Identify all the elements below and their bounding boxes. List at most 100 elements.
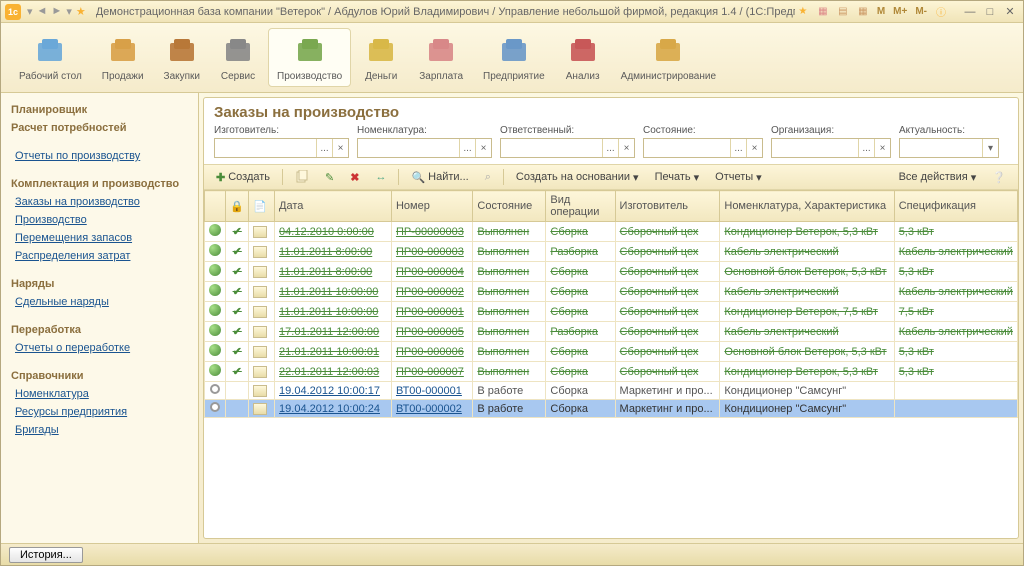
history-button[interactable]: История... [9,547,83,563]
toolbar-company[interactable]: Предприятие [475,29,553,86]
toolbar-purchases[interactable]: Закупки [156,29,208,86]
calendar-icon[interactable]: ▤ [835,4,851,20]
date-link[interactable]: 11.01.2011 8:00:00 [279,266,372,278]
favorite-icon[interactable]: ★ [76,5,86,18]
date-link[interactable]: 19.04.2012 10:00:24 [279,403,380,415]
date-link[interactable]: 22.01.2011 12:00:03 [279,366,379,378]
clear-button[interactable]: × [332,139,348,157]
column-header[interactable]: Состояние [473,191,546,222]
toolbar-admin[interactable]: Администрирование [613,29,724,86]
print-button[interactable]: Печать ▾ [649,169,706,186]
sidebar-item[interactable]: Производство [1,211,198,229]
table-row[interactable]: 19.04.2012 10:00:24ВТ00-000002В работеСб… [205,400,1018,418]
table-row[interactable]: ✔11.01.2011 10:00:00ПР00-000002ВыполненС… [205,282,1018,302]
mem-mplus[interactable]: M+ [891,6,909,17]
column-header[interactable]: Вид операции [546,191,615,222]
sidebar-item[interactable]: Планировщик [1,101,198,119]
toolbar-desktop[interactable]: Рабочий стол [11,29,90,86]
nav-back-icon[interactable]: ◄ [37,5,48,18]
date-link[interactable]: 11.01.2011 10:00:00 [279,286,378,298]
column-header[interactable]: Дата [275,191,392,222]
number-link[interactable]: ПР00-000006 [396,346,464,358]
table-row[interactable]: ✔11.01.2011 10:00:00ПР00-000001ВыполненС… [205,302,1018,322]
date-link[interactable]: 21.01.2011 10:00:01 [279,346,379,358]
table-row[interactable]: ✔11.01.2011 8:00:00ПР00-000004ВыполненСб… [205,262,1018,282]
sidebar-item[interactable]: Расчет потребностей [1,119,198,137]
table-row[interactable]: 19.04.2012 10:00:17ВТ00-000001В работеСб… [205,382,1018,400]
number-link[interactable]: ВТ00-000002 [396,403,462,415]
column-header[interactable] [205,191,226,222]
date-link[interactable]: 04.12.2010 0:00:00 [279,226,374,238]
sidebar-item[interactable]: Распределения затрат [1,247,198,265]
mem-mminus[interactable]: M- [913,6,929,17]
column-header[interactable]: Номер [391,191,472,222]
star-icon[interactable]: ★ [795,4,811,20]
table-row[interactable]: ✔17.01.2011 12:00:00ПР00-000005ВыполненР… [205,322,1018,342]
nav-fwd-icon[interactable]: ► [51,5,62,18]
filter-input-actuality[interactable] [900,139,982,157]
sidebar-item[interactable]: Ресурсы предприятия [1,403,198,421]
sidebar-item[interactable]: Отчеты по производству [1,147,198,165]
sidebar-item[interactable]: Сдельные наряды [1,293,198,311]
column-header[interactable]: 🔒 [226,191,249,222]
calc-icon[interactable]: ▦ [855,4,871,20]
table-row[interactable]: ✔21.01.2011 10:00:01ПР00-000006ВыполненС… [205,342,1018,362]
filter-input-org[interactable] [772,139,858,157]
find-button[interactable]: 🔍Найти... [405,169,474,186]
refresh-button[interactable]: ↔ [369,169,392,185]
table-row[interactable]: ✔04.12.2010 0:00:00ПР-00000003ВыполненСб… [205,222,1018,242]
table-row[interactable]: ✔22.01.2011 12:00:03ПР00-000007ВыполненС… [205,362,1018,382]
lookup-button[interactable]: ... [602,139,618,157]
filter-input-state[interactable] [644,139,730,157]
create-button[interactable]: ✚Создать [210,169,276,186]
close-button[interactable]: ✕ [1001,5,1019,19]
table-row[interactable]: ✔11.01.2011 8:00:00ПР00-000003ВыполненРа… [205,242,1018,262]
clear-button[interactable]: × [618,139,634,157]
data-grid[interactable]: 🔒📄ДатаНомерСостояниеВид операцииИзготови… [204,190,1018,538]
date-link[interactable]: 19.04.2012 10:00:17 [279,385,380,397]
reports-button[interactable]: Отчеты ▾ [709,169,768,186]
toolbar-money[interactable]: Деньги [355,29,407,86]
mem-m[interactable]: M [875,6,887,17]
sidebar-item[interactable]: Бригады [1,421,198,439]
clear-button[interactable]: × [874,139,890,157]
toolbar-salary[interactable]: Зарплата [411,29,471,86]
create-based-button[interactable]: Создать на основании ▾ [510,169,645,186]
column-header[interactable]: 📄 [249,191,275,222]
lookup-button[interactable]: ... [730,139,746,157]
lookup-button[interactable]: ... [316,139,332,157]
edit-button[interactable]: ✎ [319,169,340,186]
filter-input-nomenclature[interactable] [358,139,459,157]
date-link[interactable]: 11.01.2011 8:00:00 [279,246,372,258]
column-header[interactable]: Спецификация [894,191,1017,222]
dropdown-icon[interactable]: ▾ [27,5,33,18]
sidebar-item[interactable]: Заказы на производство [1,193,198,211]
date-link[interactable]: 11.01.2011 10:00:00 [279,306,378,318]
toolbar-sales[interactable]: Продажи [94,29,152,86]
minimize-button[interactable]: — [961,5,979,19]
copy-button[interactable] [289,168,315,186]
lookup-button[interactable]: ... [459,139,475,157]
toolbar-production[interactable]: Производство [268,28,351,87]
sidebar-item[interactable]: Номенклатура [1,385,198,403]
filter-input-manufacturer[interactable] [215,139,316,157]
help-icon[interactable]: ⓘ [933,4,949,20]
number-link[interactable]: ПР00-000007 [396,366,464,378]
toolbar-analysis[interactable]: Анализ [557,29,609,86]
grid-icon[interactable]: ▦ [815,4,831,20]
number-link[interactable]: ПР00-000005 [396,326,464,338]
filter-input-responsible[interactable] [501,139,602,157]
number-link[interactable]: ПР00-000002 [396,286,464,298]
number-link[interactable]: ВТ00-000001 [396,385,462,397]
sidebar-item[interactable]: Перемещения запасов [1,229,198,247]
clear-button[interactable]: × [746,139,762,157]
delete-button[interactable]: ✖ [344,169,365,186]
toolbar-service[interactable]: Сервис [212,29,264,86]
clear-find-button[interactable]: ⌕ [479,169,497,186]
maximize-button[interactable]: □ [981,5,999,19]
column-header[interactable]: Номенклатура, Характеристика [720,191,894,222]
number-link[interactable]: ПР00-000003 [396,246,464,258]
date-link[interactable]: 17.01.2011 12:00:00 [279,326,379,338]
clear-button[interactable]: × [475,139,491,157]
all-actions-button[interactable]: Все действия ▾ [893,169,983,186]
